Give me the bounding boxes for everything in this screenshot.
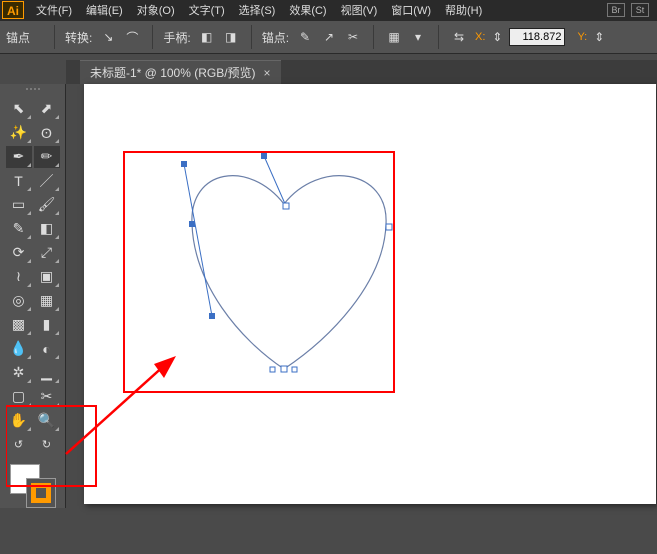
- control-bar: 锚点 转换: ↘ ⌒ 手柄: ◧ ◨ 锚点: ✎ ↗ ✂ ▦ ▾ ⇆ X: ⇕ …: [0, 20, 657, 54]
- anchor-cut-icon[interactable]: ✂: [343, 27, 363, 47]
- eraser-tool[interactable]: ◧: [34, 218, 60, 240]
- scale-tool[interactable]: ⤢: [34, 242, 60, 264]
- menu-effect[interactable]: 效果(C): [289, 2, 326, 18]
- menu-view[interactable]: 视图(V): [341, 2, 378, 18]
- anchor-point-selected[interactable]: [283, 203, 289, 209]
- gradient-tool[interactable]: ▮: [34, 314, 60, 336]
- document-tab-title: 未标题-1* @ 100% (RGB/预览): [90, 64, 256, 81]
- free-transform-tool[interactable]: ▣: [34, 266, 60, 288]
- menu-bar: 文件(F) 编辑(E) 对象(O) 文字(T) 选择(S) 效果(C) 视图(V…: [36, 2, 482, 18]
- anchor-connect-icon[interactable]: ↗: [319, 27, 339, 47]
- handles-hide-icon[interactable]: ◨: [221, 27, 241, 47]
- handles-label: 手柄:: [163, 29, 190, 46]
- anchor-point[interactable]: [189, 221, 195, 227]
- perspective-grid-tool[interactable]: ▦: [34, 290, 60, 312]
- annotation-small-rect: [6, 406, 96, 486]
- anchor-point[interactable]: [261, 153, 267, 159]
- handles-show-icon[interactable]: ◧: [197, 27, 217, 47]
- annotation-arrow-line: [66, 364, 166, 454]
- convert-smooth-icon[interactable]: ⌒: [122, 27, 142, 47]
- context-label: 锚点: [6, 29, 30, 46]
- anchor-point[interactable]: [209, 313, 215, 319]
- direct-selection-tool[interactable]: ⬈: [34, 98, 60, 120]
- width-tool[interactable]: ≀: [6, 266, 32, 288]
- type-tool[interactable]: T: [6, 170, 32, 192]
- app-logo: Ai: [2, 1, 24, 19]
- close-icon[interactable]: ×: [264, 66, 271, 80]
- pen-tool[interactable]: ✒: [6, 146, 32, 168]
- menu-type[interactable]: 文字(T): [189, 2, 225, 18]
- menu-edit[interactable]: 编辑(E): [86, 2, 123, 18]
- stock-badge[interactable]: St: [631, 3, 649, 17]
- anchor-point[interactable]: [292, 367, 297, 372]
- link-xy-icon[interactable]: ⇆: [449, 27, 469, 47]
- anchor-point[interactable]: [270, 367, 275, 372]
- y-stepper-icon[interactable]: ⇕: [593, 27, 605, 47]
- menu-file[interactable]: 文件(F): [36, 2, 72, 18]
- x-stepper-icon[interactable]: ⇕: [491, 27, 503, 47]
- document-tab-strip: 未标题-1* @ 100% (RGB/预览) ×: [66, 60, 657, 84]
- anchor-point[interactable]: [181, 161, 187, 167]
- magic-wand-tool[interactable]: ✨: [6, 122, 32, 144]
- pencil-tool[interactable]: ✎: [6, 218, 32, 240]
- anchor-remove-icon[interactable]: ✎: [295, 27, 315, 47]
- anchors-label: 锚点:: [262, 29, 289, 46]
- paintbrush-tool[interactable]: 🖌: [34, 194, 60, 216]
- handle-line-left: [184, 164, 212, 316]
- isolate-icon[interactable]: ▦: [384, 27, 404, 47]
- bridge-badge[interactable]: Br: [607, 3, 625, 17]
- y-label: Y:: [577, 31, 587, 43]
- rectangle-tool[interactable]: ▭: [6, 194, 32, 216]
- document-tab[interactable]: 未标题-1* @ 100% (RGB/预览) ×: [80, 60, 281, 84]
- anchor-point[interactable]: [281, 366, 287, 372]
- annotation-overlay: [6, 334, 266, 554]
- menu-window[interactable]: 窗口(W): [391, 2, 431, 18]
- x-label: X:: [475, 31, 485, 43]
- line-segment-tool[interactable]: ／: [34, 170, 60, 192]
- x-input[interactable]: [509, 28, 565, 46]
- panel-grip-icon[interactable]: [13, 88, 53, 94]
- menu-select[interactable]: 选择(S): [239, 2, 276, 18]
- menu-object[interactable]: 对象(O): [137, 2, 175, 18]
- annotation-arrow-head: [154, 356, 176, 378]
- convert-corner-icon[interactable]: ↘: [98, 27, 118, 47]
- convert-label: 转换:: [65, 29, 92, 46]
- rotate-tool[interactable]: ⟳: [6, 242, 32, 264]
- canvas-area[interactable]: [66, 84, 657, 508]
- title-bar: Ai 文件(F) 编辑(E) 对象(O) 文字(T) 选择(S) 效果(C) 视…: [0, 0, 657, 20]
- mesh-tool[interactable]: ▩: [6, 314, 32, 336]
- lasso-tool[interactable]: ʘ: [34, 122, 60, 144]
- anchor-point[interactable]: [386, 224, 392, 230]
- selection-tool[interactable]: ⬉: [6, 98, 32, 120]
- menu-help[interactable]: 帮助(H): [445, 2, 482, 18]
- align-icon[interactable]: ▾: [408, 27, 428, 47]
- handle-line-top: [264, 156, 286, 206]
- curvature-tool[interactable]: ✏: [34, 146, 60, 168]
- shape-builder-tool[interactable]: ◎: [6, 290, 32, 312]
